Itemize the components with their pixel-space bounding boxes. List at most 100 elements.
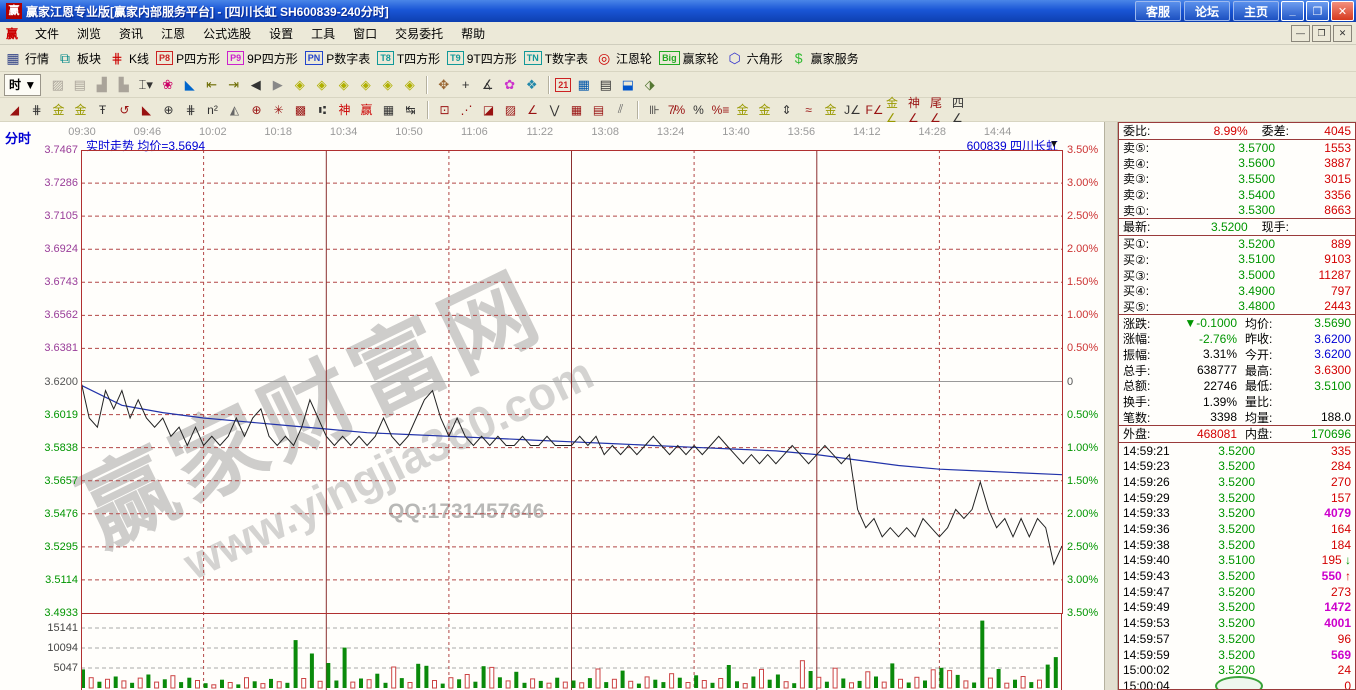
tool-gold1-icon[interactable]: 金 (48, 100, 69, 120)
next-icon[interactable]: ▶ (267, 75, 288, 95)
tick-row[interactable]: 14:59:57 3.5200 96 (1119, 631, 1355, 647)
tool-spiral-icon[interactable]: ↺ (114, 100, 135, 120)
tool-lines-icon[interactable]: ⫽ (610, 100, 631, 120)
menu-设置[interactable]: 设置 (260, 23, 302, 44)
tool-fangle-icon[interactable]: F∠ (864, 100, 885, 120)
tick-row[interactable]: 14:59:40 3.5100 195 ↓ (1119, 553, 1355, 569)
candle-style-icon[interactable]: ⌶▾ (135, 75, 156, 95)
crosshair-icon[interactable]: + (455, 75, 476, 95)
sell-level-row[interactable]: 卖①:3.53008663 (1119, 202, 1355, 218)
winner-service-button[interactable]: $赢家服务 (790, 49, 859, 67)
tool-pct-icon[interactable]: % (688, 100, 709, 120)
mdi-close-button[interactable]: ✕ (1333, 25, 1352, 42)
tool-wave2-icon[interactable]: ≈ (798, 100, 819, 120)
gann-diamond-5-icon[interactable]: ◈ (377, 75, 398, 95)
tool-sangle-icon[interactable]: 神∠ (908, 100, 929, 120)
sell-level-row[interactable]: 卖④:3.56003887 (1119, 155, 1355, 171)
buy-level-row[interactable]: 买⑤:3.48002443 (1119, 299, 1355, 315)
tool-wangle-icon[interactable]: 尾∠ (930, 100, 951, 120)
sell-level-row[interactable]: 卖⑤:3.57001553 (1119, 140, 1355, 156)
tool-wedge-icon[interactable]: ◣ (136, 100, 157, 120)
tool-circle-icon[interactable]: ⊕ (158, 100, 179, 120)
9p-square-button[interactable]: P99P四方形 (227, 50, 298, 67)
pan-hand-icon[interactable]: ✥ (433, 75, 454, 95)
buy-level-row[interactable]: 买④:3.4900797 (1119, 283, 1355, 299)
tool-levels-icon[interactable]: ⊪ (644, 100, 665, 120)
kline-button[interactable]: ⋕K线 (108, 49, 149, 67)
tool-grid-icon[interactable]: ⋕ (26, 100, 47, 120)
tool-hatch-icon[interactable]: ▨ (500, 100, 521, 120)
tool-angle-icon[interactable]: ◭ (224, 100, 245, 120)
tool-pen-icon[interactable]: ◢ (4, 100, 25, 120)
menu-文件[interactable]: 文件 (26, 23, 68, 44)
tool-pctline-icon[interactable]: %≡ (710, 100, 731, 120)
hexagon-button[interactable]: ⬡六角形 (726, 49, 783, 67)
p-square-button[interactable]: P8P四方形 (156, 50, 220, 67)
gann-diamond-6-icon[interactable]: ◈ (399, 75, 420, 95)
tick-row[interactable]: 14:59:23 3.5200 284 (1119, 458, 1355, 474)
tick-row[interactable]: 14:59:33 3.5200 4079 (1119, 506, 1355, 522)
intraday-chart[interactable]: 分时 实时走势 均价=3.5694 600839 四川长虹 ▼ 赢家财富网 ww… (0, 122, 1104, 690)
menu-窗口[interactable]: 窗口 (344, 23, 386, 44)
menu-江恩[interactable]: 江恩 (152, 23, 194, 44)
brain-map-icon[interactable]: ❖ (521, 75, 542, 95)
tool-grid2-icon[interactable]: ▦ (566, 100, 587, 120)
tick-row[interactable]: 14:59:59 3.5200 569 (1119, 647, 1355, 663)
bars3-icon[interactable]: ▟ (91, 75, 112, 95)
gann-wheel-button[interactable]: ◎江恩轮 (595, 49, 652, 67)
calculator-icon[interactable]: ▦ (573, 75, 594, 95)
tool-4angle-icon[interactable]: 四∠ (952, 100, 973, 120)
tool-wave-icon[interactable]: ⑆ (312, 100, 333, 120)
mdi-minimize-button[interactable]: — (1291, 25, 1310, 42)
gann-diamond-1-icon[interactable]: ◈ (289, 75, 310, 95)
gann-knot-icon[interactable]: ❀ (157, 75, 178, 95)
tool-n2-icon[interactable]: n² (202, 100, 223, 120)
tool-box-icon[interactable]: ⊡ (434, 100, 455, 120)
tool-updown-icon[interactable]: ⇕ (776, 100, 797, 120)
bars9-icon[interactable]: ▙ (113, 75, 134, 95)
tool-fan-icon[interactable]: ⋰ (456, 100, 477, 120)
tick-row[interactable]: 14:59:38 3.5200 184 (1119, 537, 1355, 553)
menu-工具[interactable]: 工具 (302, 23, 344, 44)
tool-table-icon[interactable]: ▦ (378, 100, 399, 120)
first-page-icon[interactable]: ⇤ (201, 75, 222, 95)
buy-level-row[interactable]: 买③:3.500011287 (1119, 267, 1355, 283)
menu-帮助[interactable]: 帮助 (452, 23, 494, 44)
tool-web-icon[interactable]: ▩ (290, 100, 311, 120)
tool-grid3-icon[interactable]: ▤ (588, 100, 609, 120)
sell-level-row[interactable]: 卖③:3.55003015 (1119, 171, 1355, 187)
sectors-button[interactable]: ⧉板块 (56, 49, 101, 67)
calendar-icon[interactable]: 21 (555, 78, 571, 92)
minimize-button[interactable]: _ (1281, 1, 1304, 21)
tool-span-icon[interactable]: ↹ (400, 100, 421, 120)
close-button[interactable]: ✕ (1331, 1, 1354, 21)
prev-icon[interactable]: ◀ (245, 75, 266, 95)
color-chart-icon[interactable]: ◣ (179, 75, 200, 95)
tool-goldc3-icon[interactable]: 金 (820, 100, 841, 120)
tick-row[interactable]: 14:59:36 3.5200 164 (1119, 521, 1355, 537)
tick-row[interactable]: 14:59:26 3.5200 270 (1119, 474, 1355, 490)
gann-diamond-2-icon[interactable]: ◈ (311, 75, 332, 95)
tool-goldc1-icon[interactable]: 金 (732, 100, 753, 120)
tick-row[interactable]: 14:59:49 3.5200 1472 (1119, 600, 1355, 616)
tool-gold2-icon[interactable]: 金 (70, 100, 91, 120)
tool-jangle-icon[interactable]: J∠ (842, 100, 863, 120)
quotes-button[interactable]: ▦行情 (4, 49, 49, 67)
buy-level-row[interactable]: 买②:3.51009103 (1119, 252, 1355, 268)
9t-square-button[interactable]: T99T四方形 (447, 50, 517, 67)
t-table-button[interactable]: TNT数字表 (524, 50, 588, 67)
angle-measure-icon[interactable]: ∡ (477, 75, 498, 95)
period-mode-button[interactable]: 时 ▼ (4, 74, 41, 96)
menu-浏览[interactable]: 浏览 (68, 23, 110, 44)
tool-pct7-icon[interactable]: 7̸% (666, 100, 687, 120)
tool-ying-icon[interactable]: 赢 (356, 100, 377, 120)
menu-资讯[interactable]: 资讯 (110, 23, 152, 44)
titlebar-button-0[interactable]: 客服 (1135, 1, 1181, 21)
tool-fibo-icon[interactable]: Ŧ (92, 100, 113, 120)
winner-wheel-button[interactable]: Big赢家轮 (659, 50, 719, 67)
tool-angle2-icon[interactable]: ∠ (522, 100, 543, 120)
tick-row[interactable]: 14:59:21 3.5200 335 (1119, 443, 1355, 459)
t-square-button[interactable]: T8T四方形 (377, 50, 440, 67)
tick-row[interactable]: 14:59:43 3.5200 550 ↑ (1119, 568, 1355, 584)
p-table-button[interactable]: PNP数字表 (305, 50, 371, 67)
